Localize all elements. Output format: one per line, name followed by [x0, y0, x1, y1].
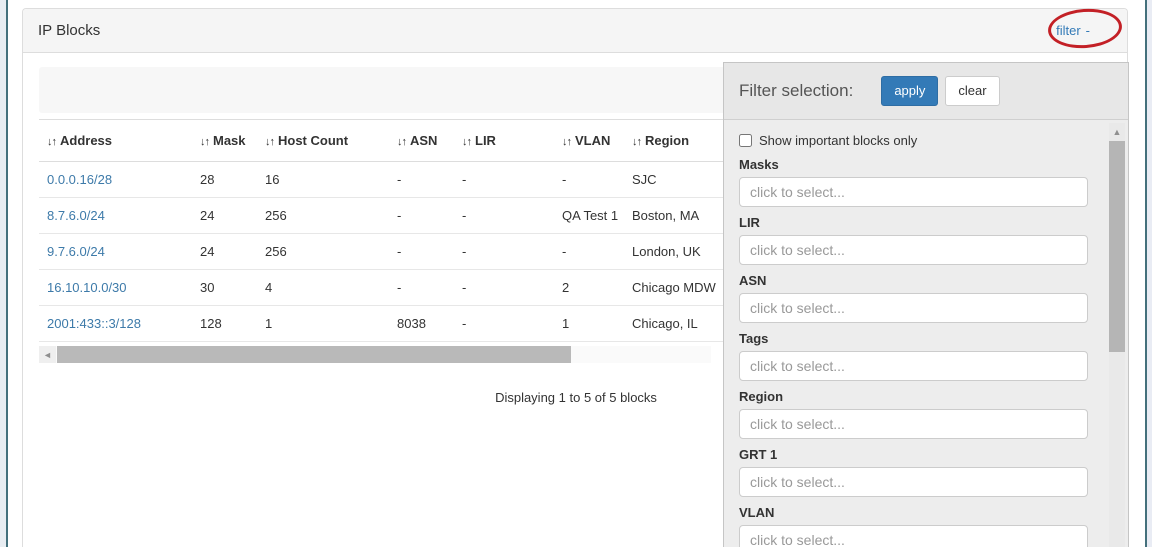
card-header: IP Blocks filter - — [23, 9, 1127, 53]
filter-toggle-link[interactable]: filter - — [1056, 23, 1090, 38]
cell-asn: - — [389, 198, 454, 234]
sort-icon: ↓↑ — [47, 136, 56, 148]
column-header-lir[interactable]: ↓↑ LIR — [454, 120, 554, 162]
field-label-grt1: GRT 1 — [739, 447, 1088, 462]
cell-mask: 24 — [192, 198, 257, 234]
cell-lir: - — [454, 198, 554, 234]
region-select-input[interactable] — [739, 409, 1088, 439]
column-header-asn[interactable]: ↓↑ ASN — [389, 120, 454, 162]
grt1-select-input[interactable] — [739, 467, 1088, 497]
lir-select-input[interactable] — [739, 235, 1088, 265]
sort-icon: ↓↑ — [562, 136, 571, 148]
important-blocks-checkbox-row: Show important blocks only — [739, 133, 1088, 148]
field-label-asn: ASN — [739, 273, 1088, 288]
cell-address: 2001:433::3/128 — [39, 306, 192, 342]
sort-icon: ↓↑ — [200, 136, 209, 148]
address-link[interactable]: 9.7.6.0/24 — [47, 244, 105, 259]
cell-mask: 28 — [192, 162, 257, 198]
cell-lir: - — [454, 306, 554, 342]
scroll-up-button[interactable]: ▲ — [1109, 125, 1125, 139]
horizontal-scrollbar[interactable]: ◄ — [39, 346, 711, 363]
scroll-left-arrow-icon: ◄ — [43, 350, 52, 360]
address-link[interactable]: 0.0.0.16/28 — [47, 172, 112, 187]
cell-host-count: 256 — [257, 198, 389, 234]
collapse-indicator: - — [1086, 23, 1090, 38]
cell-host-count: 16 — [257, 162, 389, 198]
tags-select-input[interactable] — [739, 351, 1088, 381]
cell-host-count: 256 — [257, 234, 389, 270]
column-label: Address — [60, 133, 112, 148]
address-link[interactable]: 2001:433::3/128 — [47, 316, 141, 331]
asn-select-input[interactable] — [739, 293, 1088, 323]
cell-address: 16.10.10.0/30 — [39, 270, 192, 306]
cell-vlan: 2 — [554, 270, 624, 306]
cell-lir: - — [454, 162, 554, 198]
cell-vlan: - — [554, 162, 624, 198]
cell-lir: - — [454, 234, 554, 270]
sort-icon: ↓↑ — [265, 136, 274, 148]
cell-host-count: 1 — [257, 306, 389, 342]
page-title: IP Blocks — [38, 22, 100, 39]
address-link[interactable]: 16.10.10.0/30 — [47, 280, 127, 295]
column-header-mask[interactable]: ↓↑ Mask — [192, 120, 257, 162]
column-label: Region — [645, 133, 689, 148]
window-right-strip — [1147, 0, 1152, 547]
filter-panel: Filter selection: apply clear Show impor… — [723, 62, 1129, 547]
window-left-border — [6, 0, 8, 547]
clear-button[interactable]: clear — [945, 76, 999, 106]
cell-asn: 8038 — [389, 306, 454, 342]
vertical-scrollbar[interactable]: ▲ — [1109, 123, 1125, 547]
field-label-vlan: VLAN — [739, 505, 1088, 520]
important-blocks-checkbox[interactable] — [739, 134, 752, 147]
cell-address: 0.0.0.16/28 — [39, 162, 192, 198]
column-header-host-count[interactable]: ↓↑ Host Count — [257, 120, 389, 162]
cell-asn: - — [389, 162, 454, 198]
cell-mask: 24 — [192, 234, 257, 270]
masks-select-input[interactable] — [739, 177, 1088, 207]
filter-toggle-label: filter — [1056, 23, 1081, 38]
sort-icon: ↓↑ — [397, 136, 406, 148]
cell-address: 9.7.6.0/24 — [39, 234, 192, 270]
cell-asn: - — [389, 234, 454, 270]
field-label-tags: Tags — [739, 331, 1088, 346]
cell-vlan: QA Test 1 — [554, 198, 624, 234]
field-label-masks: Masks — [739, 157, 1088, 172]
apply-button[interactable]: apply — [881, 76, 938, 106]
cell-vlan: - — [554, 234, 624, 270]
field-label-lir: LIR — [739, 215, 1088, 230]
horizontal-scrollbar-thumb[interactable] — [57, 346, 571, 363]
filter-panel-body: Show important blocks only Masks LIR ASN… — [724, 120, 1128, 547]
field-label-region: Region — [739, 389, 1088, 404]
cell-vlan: 1 — [554, 306, 624, 342]
column-header-vlan[interactable]: ↓↑ VLAN — [554, 120, 624, 162]
important-blocks-checkbox-label: Show important blocks only — [759, 133, 917, 148]
column-header-address[interactable]: ↓↑ Address — [39, 120, 192, 162]
cell-host-count: 4 — [257, 270, 389, 306]
cell-address: 8.7.6.0/24 — [39, 198, 192, 234]
column-label: VLAN — [575, 133, 610, 148]
column-label: Mask — [213, 133, 246, 148]
sort-icon: ↓↑ — [462, 136, 471, 148]
scroll-up-arrow-icon: ▲ — [1113, 127, 1122, 137]
cell-mask: 30 — [192, 270, 257, 306]
cell-lir: - — [454, 270, 554, 306]
sort-icon: ↓↑ — [632, 136, 641, 148]
vertical-scrollbar-thumb[interactable] — [1109, 141, 1125, 352]
column-label: ASN — [410, 133, 437, 148]
cell-asn: - — [389, 270, 454, 306]
filter-panel-title: Filter selection: — [739, 81, 853, 101]
cell-mask: 128 — [192, 306, 257, 342]
scroll-left-button[interactable]: ◄ — [39, 346, 56, 363]
vlan-select-input[interactable] — [739, 525, 1088, 547]
filter-panel-header: Filter selection: apply clear — [724, 63, 1128, 120]
column-label: Host Count — [278, 133, 348, 148]
column-label: LIR — [475, 133, 496, 148]
address-link[interactable]: 8.7.6.0/24 — [47, 208, 105, 223]
